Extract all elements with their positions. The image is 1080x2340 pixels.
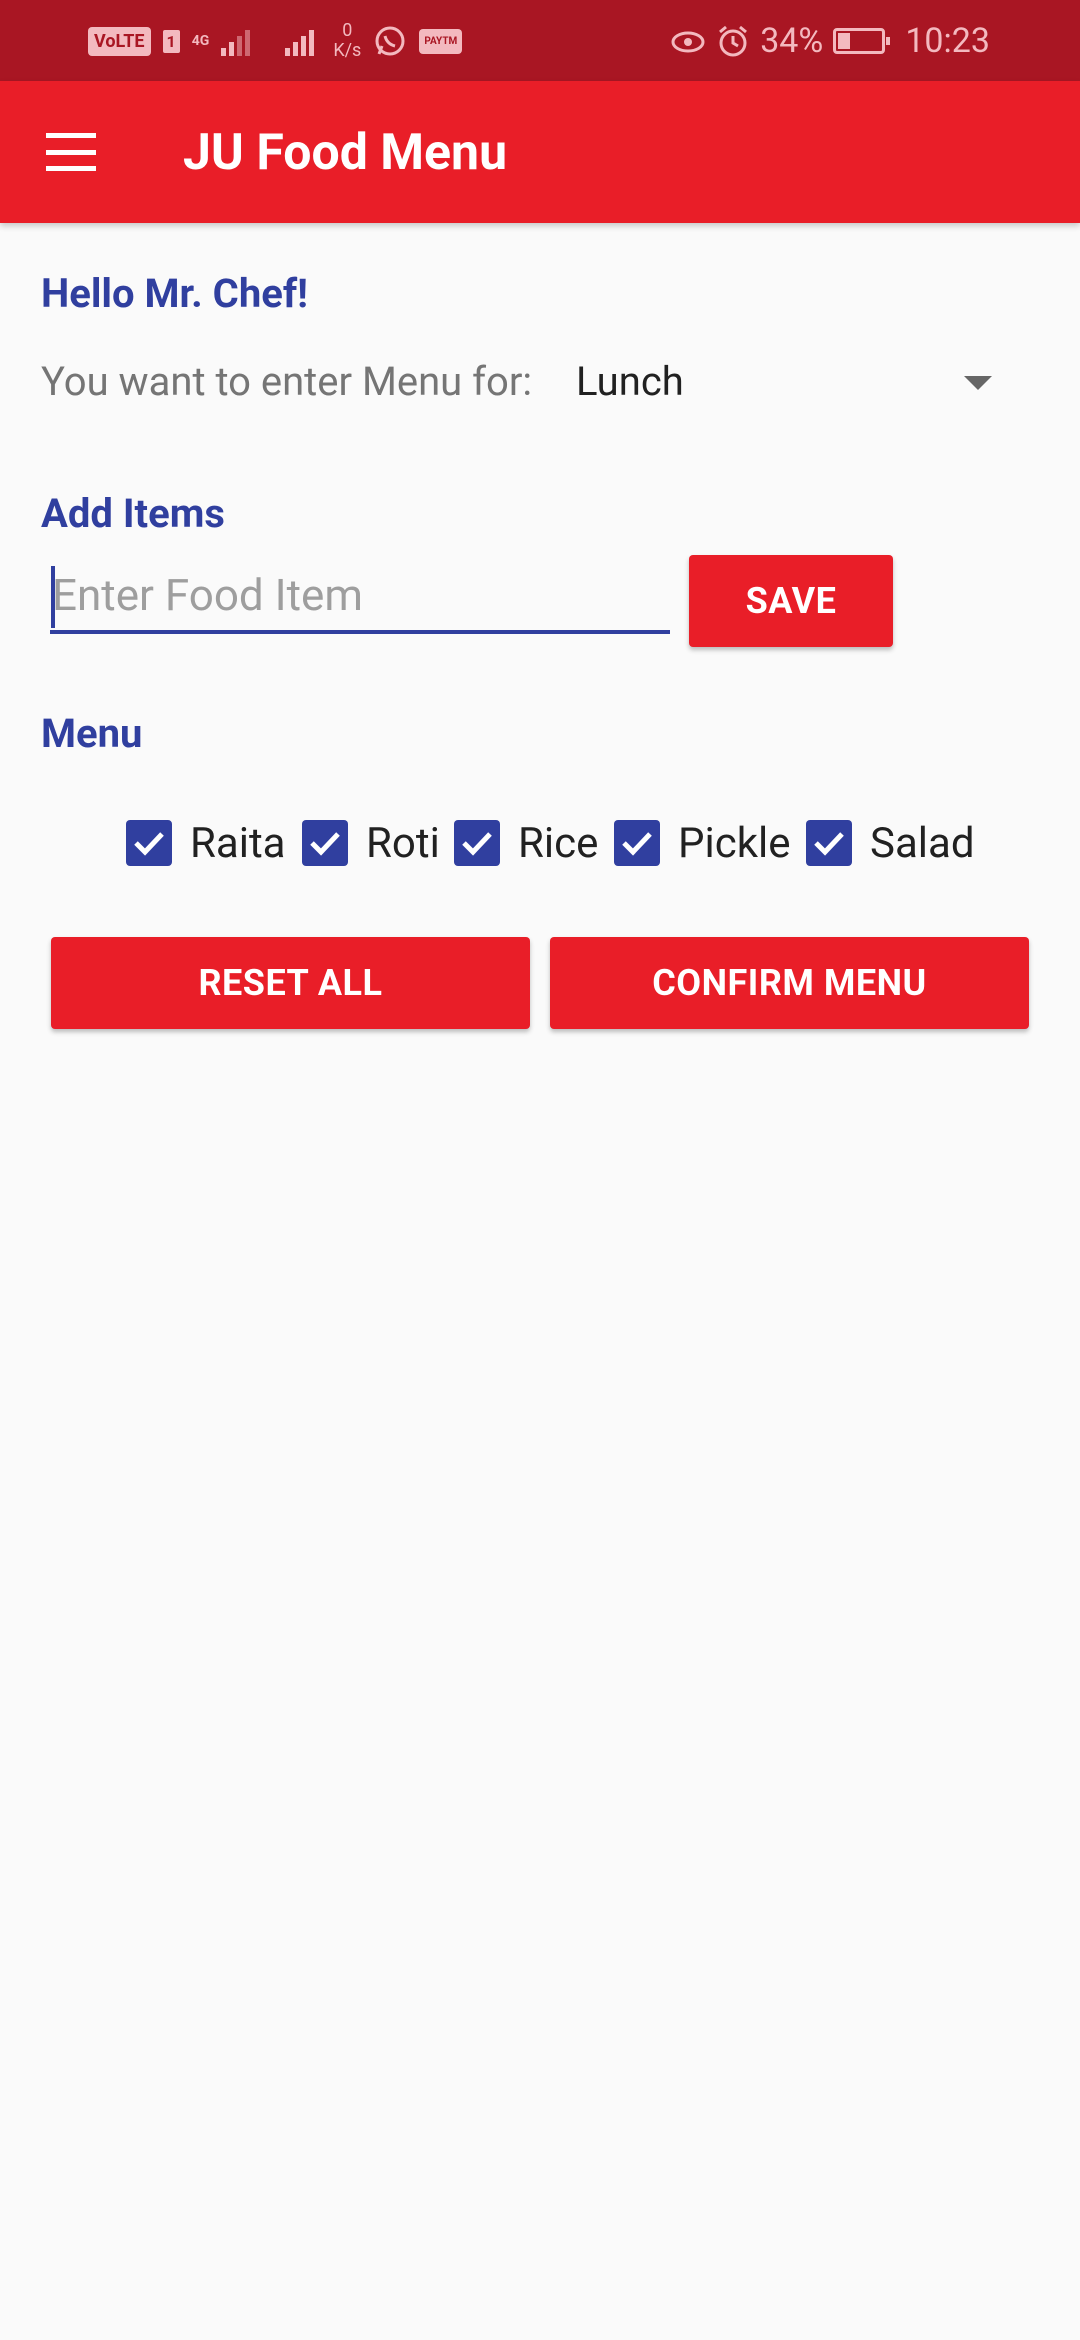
status-bar: VoLTE 1 4G 0 K/s PAYTM 34% 10:23 bbox=[0, 0, 1080, 81]
add-items-heading: Add Items bbox=[41, 490, 225, 537]
meal-type-dropdown[interactable]: Lunch bbox=[560, 340, 1006, 426]
menu-heading: Menu bbox=[41, 710, 143, 757]
speed-value: 0 bbox=[342, 20, 353, 41]
checkbox-checked[interactable] bbox=[454, 820, 500, 866]
check-icon bbox=[622, 832, 652, 856]
speed-unit: K/s bbox=[333, 40, 362, 61]
app-bar: JU Food Menu bbox=[0, 81, 1080, 223]
checkbox-checked[interactable] bbox=[126, 820, 172, 866]
volte-icon: VoLTE bbox=[88, 26, 151, 56]
checkbox-checked[interactable] bbox=[614, 820, 660, 866]
save-button[interactable]: SAVE bbox=[689, 555, 893, 647]
check-icon bbox=[134, 832, 164, 856]
menu-item-label: Salad bbox=[870, 818, 975, 868]
check-icon bbox=[814, 832, 844, 856]
check-icon bbox=[310, 832, 340, 856]
reset-all-button[interactable]: RESET ALL bbox=[51, 937, 530, 1029]
menu-item-label: Pickle bbox=[678, 818, 791, 868]
text-cursor bbox=[51, 566, 55, 628]
food-item-input[interactable] bbox=[50, 560, 670, 634]
menu-item-roti[interactable]: Roti bbox=[302, 810, 440, 876]
menu-item-label: Roti bbox=[366, 818, 440, 868]
menu-item-salad[interactable]: Salad bbox=[806, 810, 975, 876]
status-left: VoLTE 1 4G 0 K/s PAYTM bbox=[88, 18, 463, 64]
greeting-text: Hello Mr. Chef! bbox=[41, 270, 308, 317]
menu-item-pickle[interactable]: Pickle bbox=[614, 810, 790, 876]
menu-item-raita[interactable]: Raita bbox=[126, 810, 286, 876]
dropdown-arrow-icon bbox=[964, 376, 992, 390]
meal-type-value: Lunch bbox=[576, 358, 684, 405]
confirm-menu-button[interactable]: CONFIRM MENU bbox=[550, 937, 1029, 1029]
signal-icon-2 bbox=[285, 30, 315, 56]
menu-item-rice[interactable]: Rice bbox=[454, 810, 598, 876]
app-title: JU Food Menu bbox=[183, 124, 508, 182]
meal-type-label: You want to enter Menu for: bbox=[41, 358, 533, 405]
whatsapp-icon bbox=[375, 26, 405, 56]
menu-item-label: Raita bbox=[190, 818, 286, 868]
battery-percent: 34% bbox=[760, 21, 824, 61]
battery-icon bbox=[833, 28, 891, 54]
clock: 10:23 bbox=[905, 21, 990, 61]
menu-icon[interactable] bbox=[46, 133, 96, 171]
alarm-icon bbox=[719, 25, 748, 57]
menu-item-label: Rice bbox=[518, 818, 599, 868]
signal-icon bbox=[221, 30, 251, 56]
status-right: 34% 10:23 bbox=[670, 18, 990, 64]
checkbox-checked[interactable] bbox=[806, 820, 852, 866]
network-speed: 0 K/s bbox=[333, 21, 361, 61]
checkbox-checked[interactable] bbox=[302, 820, 348, 866]
network-type: 4G bbox=[191, 33, 210, 49]
eye-comfort-icon bbox=[671, 31, 705, 53]
paytm-icon: PAYTM bbox=[419, 28, 463, 54]
sim-indicator: 1 bbox=[162, 29, 180, 53]
check-icon bbox=[462, 832, 492, 856]
